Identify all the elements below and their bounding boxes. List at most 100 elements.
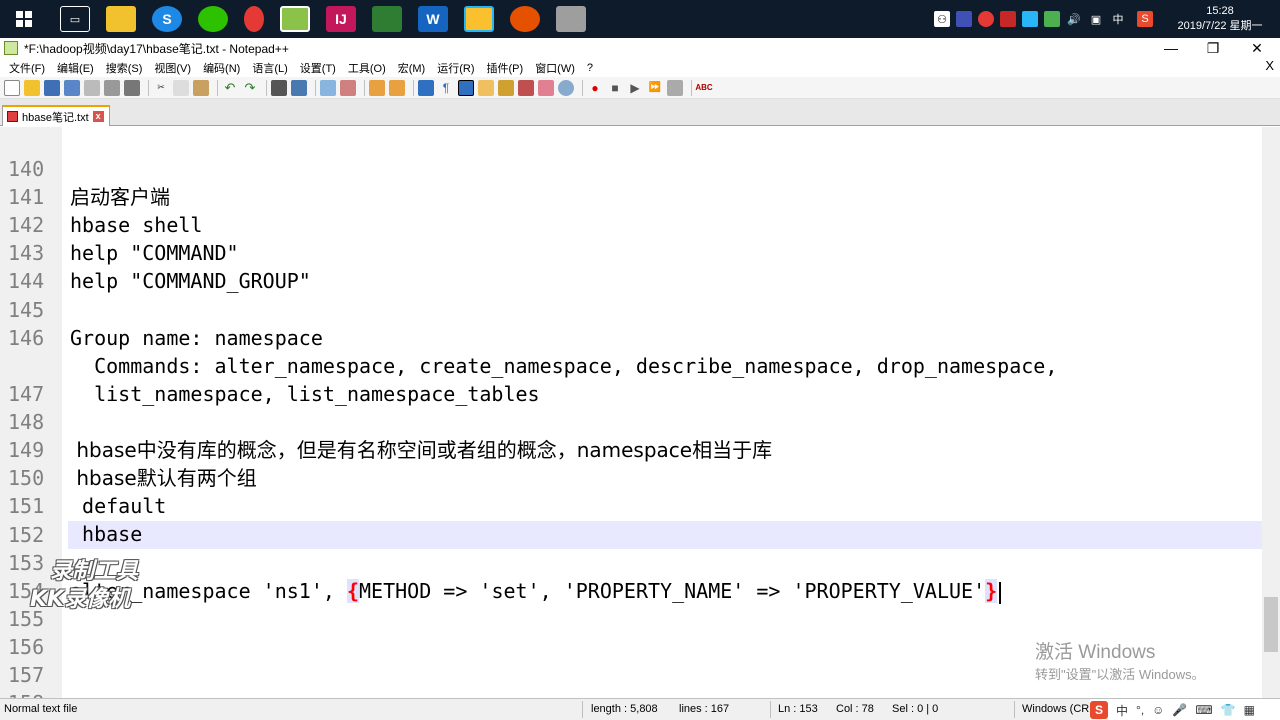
editor-line[interactable]: 154 [0, 549, 1262, 603]
editor-line[interactable]: 141 hbase shell [0, 155, 1262, 237]
input-lang[interactable]: 中 [1110, 11, 1126, 27]
editor-line[interactable]: 142 help "COMMAND" [0, 183, 1262, 265]
wechat-icon[interactable] [198, 6, 228, 32]
people-icon[interactable]: ⚇ [934, 11, 950, 27]
find-icon[interactable] [271, 79, 287, 96]
menu-edit[interactable]: 编辑(E) [51, 60, 100, 76]
ime-emoji-icon[interactable]: ☺ [1152, 703, 1164, 717]
red-app-icon[interactable] [1000, 11, 1016, 27]
green-app-icon[interactable] [1044, 11, 1060, 27]
android-icon[interactable] [372, 6, 402, 32]
volume-icon[interactable]: 🔊 [1066, 11, 1082, 27]
scrollbar-thumb[interactable] [1264, 597, 1278, 652]
editor-line[interactable]: 140 启动客户端 [0, 127, 1262, 209]
menu-settings[interactable]: 设置(T) [294, 60, 342, 76]
monitoring-icon[interactable] [558, 79, 574, 96]
show-all-chars-icon[interactable]: ¶ [438, 80, 454, 96]
editor-line[interactable]: 150 default [0, 436, 1262, 518]
zoom-in-icon[interactable] [320, 79, 336, 96]
copy-icon[interactable] [173, 79, 189, 96]
app-tray-icon[interactable] [978, 11, 994, 27]
editor-line-current[interactable]: 153 alter_namespace 'ns1', {METHOD => 's… [0, 521, 1262, 604]
word-wrap-icon[interactable] [418, 79, 434, 96]
open-file-icon[interactable] [24, 79, 40, 96]
tab-close-icon[interactable]: x [92, 111, 104, 122]
start-button[interactable] [4, 6, 44, 32]
menu-search[interactable]: 搜索(S) [100, 60, 149, 76]
editor-line[interactable]: 145 Group name: namespace [0, 268, 1262, 350]
network-icon[interactable]: ▣ [1088, 11, 1104, 27]
maximize-button[interactable]: ❐ [1192, 38, 1234, 58]
tab-hbase-notes[interactable]: hbase笔记.txt x [2, 105, 110, 126]
vm-icon[interactable] [556, 6, 586, 32]
close-file-icon[interactable] [84, 79, 100, 96]
menu-plugins[interactable]: 插件(P) [481, 60, 530, 76]
editor-line[interactable]: 146 Commands: alter_namespace, create_na… [0, 296, 1262, 378]
intellij-icon[interactable]: IJ [326, 6, 356, 32]
close-button[interactable]: ✕ [1236, 38, 1278, 58]
save-macro-icon[interactable] [667, 79, 683, 96]
eol-format[interactable]: Windows (CR [1022, 703, 1089, 715]
baidu-icon[interactable] [510, 6, 540, 32]
vertical-scrollbar[interactable] [1262, 127, 1280, 698]
record-macro-icon[interactable]: ● [587, 80, 603, 96]
ime-punctuation-icon[interactable]: °, [1136, 703, 1144, 717]
editor-line[interactable]: 151 hbase [0, 464, 1262, 546]
vs-icon[interactable] [956, 11, 972, 27]
ime-keyboard-icon[interactable]: ⌨ [1195, 703, 1212, 717]
editor-line[interactable]: 149 hbase默认有两个组 [0, 408, 1262, 490]
sogou-icon[interactable]: S [1137, 11, 1153, 27]
blue-app-icon[interactable] [1022, 11, 1038, 27]
ime-voice-icon[interactable]: 🎤 [1172, 703, 1187, 717]
minimize-button[interactable]: — [1150, 38, 1192, 58]
app-icon[interactable] [464, 6, 494, 32]
save-all-icon[interactable] [64, 79, 80, 96]
menu-encoding[interactable]: 编码(N) [197, 60, 246, 76]
cut-icon[interactable]: ✂ [153, 80, 169, 96]
menu-language[interactable]: 语言(L) [246, 60, 293, 76]
menu-view[interactable]: 视图(V) [148, 60, 197, 76]
spell-check-icon[interactable]: ABC [695, 80, 712, 96]
menu-file[interactable]: 文件(F) [3, 60, 51, 76]
indent-guide-icon[interactable] [458, 79, 474, 96]
run-multiple-macro-icon[interactable]: ⏩ [647, 80, 663, 96]
editor-line[interactable]: 156 [0, 605, 1262, 659]
close-all-icon[interactable] [104, 79, 120, 96]
folder-workspace-icon[interactable] [538, 79, 554, 96]
redo-icon[interactable]: ↷ [242, 80, 258, 96]
save-icon[interactable] [44, 79, 60, 96]
print-icon[interactable] [124, 79, 140, 96]
editor-line[interactable]: 152 [0, 493, 1262, 547]
replace-icon[interactable] [291, 79, 307, 96]
undo-icon[interactable]: ↶ [222, 80, 238, 96]
zoom-out-icon[interactable] [340, 79, 356, 96]
user-lang-icon[interactable] [478, 79, 494, 96]
editor-line[interactable]: 147 [0, 352, 1262, 406]
paste-icon[interactable] [193, 79, 209, 96]
menu-macro[interactable]: 宏(M) [392, 60, 432, 76]
browser-icon[interactable]: S [152, 6, 182, 32]
editor-line-wrapped[interactable]: list_namespace, list_namespace_tables [0, 324, 1262, 406]
ime-language[interactable]: 中 [1116, 702, 1128, 719]
word-icon[interactable]: W [418, 6, 448, 32]
file-explorer-icon[interactable] [106, 6, 136, 32]
menu-window[interactable]: 窗口(W) [529, 60, 581, 76]
sogou-ime-icon[interactable]: S [1090, 701, 1108, 719]
close-document-button[interactable]: X [1265, 58, 1274, 73]
new-file-icon[interactable] [4, 79, 20, 96]
play-macro-icon[interactable]: ▶ [627, 80, 643, 96]
function-list-icon[interactable] [518, 79, 534, 96]
editor-line[interactable]: 144 [0, 239, 1262, 293]
menu-run[interactable]: 运行(R) [431, 60, 480, 76]
ime-tools-icon[interactable]: ▦ [1244, 703, 1255, 717]
sync-horizontal-icon[interactable] [389, 79, 405, 96]
sync-vertical-icon[interactable] [369, 79, 385, 96]
menu-help[interactable]: ? [581, 62, 599, 74]
doc-map-icon[interactable] [498, 79, 514, 96]
clock[interactable]: 15:28 2019/7/22 星期一 [1166, 4, 1274, 34]
ime-skin-icon[interactable]: 👕 [1221, 703, 1236, 717]
task-view-icon[interactable]: ▭ [60, 6, 90, 32]
editor-line[interactable]: 155 [0, 577, 1262, 631]
editor-line[interactable]: 148 hbase中没有库的概念，但是有名称空间或者组的概念，namespace… [0, 380, 1262, 462]
editor[interactable]: 140 启动客户端 141 hbase shell 142 help "COMM… [0, 127, 1262, 698]
